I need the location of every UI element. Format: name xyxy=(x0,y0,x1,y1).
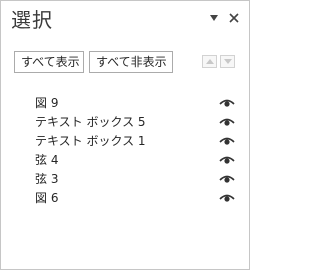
selection-pane: 選択 すべて表示 すべて非表示 図 9 テキスト ボックス 5 テキスト ボック… xyxy=(0,0,250,270)
eye-icon[interactable] xyxy=(219,116,235,128)
list-item[interactable]: 弦 4 xyxy=(1,151,249,170)
list-item[interactable]: テキスト ボックス 5 xyxy=(1,113,249,132)
eye-icon[interactable] xyxy=(219,97,235,109)
object-label: 弦 4 xyxy=(35,153,59,167)
pane-title: 選択 xyxy=(11,8,53,32)
object-label: 図 6 xyxy=(35,191,59,205)
show-all-button[interactable]: すべて表示 xyxy=(14,51,84,73)
object-label: テキスト ボックス 5 xyxy=(35,115,146,129)
triangle-up-icon xyxy=(205,59,214,64)
hide-all-button[interactable]: すべて非表示 xyxy=(89,51,173,73)
object-label: 図 9 xyxy=(35,96,59,110)
eye-icon[interactable] xyxy=(219,154,235,166)
pane-toolbar: すべて表示 すべて非表示 xyxy=(14,51,240,73)
list-item[interactable]: 弦 3 xyxy=(1,170,249,189)
list-item[interactable]: 図 6 xyxy=(1,189,249,208)
eye-icon[interactable] xyxy=(219,192,235,204)
bring-forward-button[interactable] xyxy=(202,55,217,68)
object-label: テキスト ボックス 1 xyxy=(35,134,146,148)
pane-options-icon[interactable] xyxy=(207,11,221,25)
object-label: 弦 3 xyxy=(35,172,59,186)
list-item[interactable]: テキスト ボックス 1 xyxy=(1,132,249,151)
eye-icon[interactable] xyxy=(219,173,235,185)
list-item[interactable]: 図 9 xyxy=(1,94,249,113)
object-list: 図 9 テキスト ボックス 5 テキスト ボックス 1 弦 4 弦 3 図 6 xyxy=(1,94,249,208)
pane-controls xyxy=(201,11,241,25)
eye-icon[interactable] xyxy=(219,135,235,147)
close-icon[interactable] xyxy=(227,11,241,25)
send-backward-button[interactable] xyxy=(220,55,235,68)
triangle-down-icon xyxy=(223,59,232,64)
